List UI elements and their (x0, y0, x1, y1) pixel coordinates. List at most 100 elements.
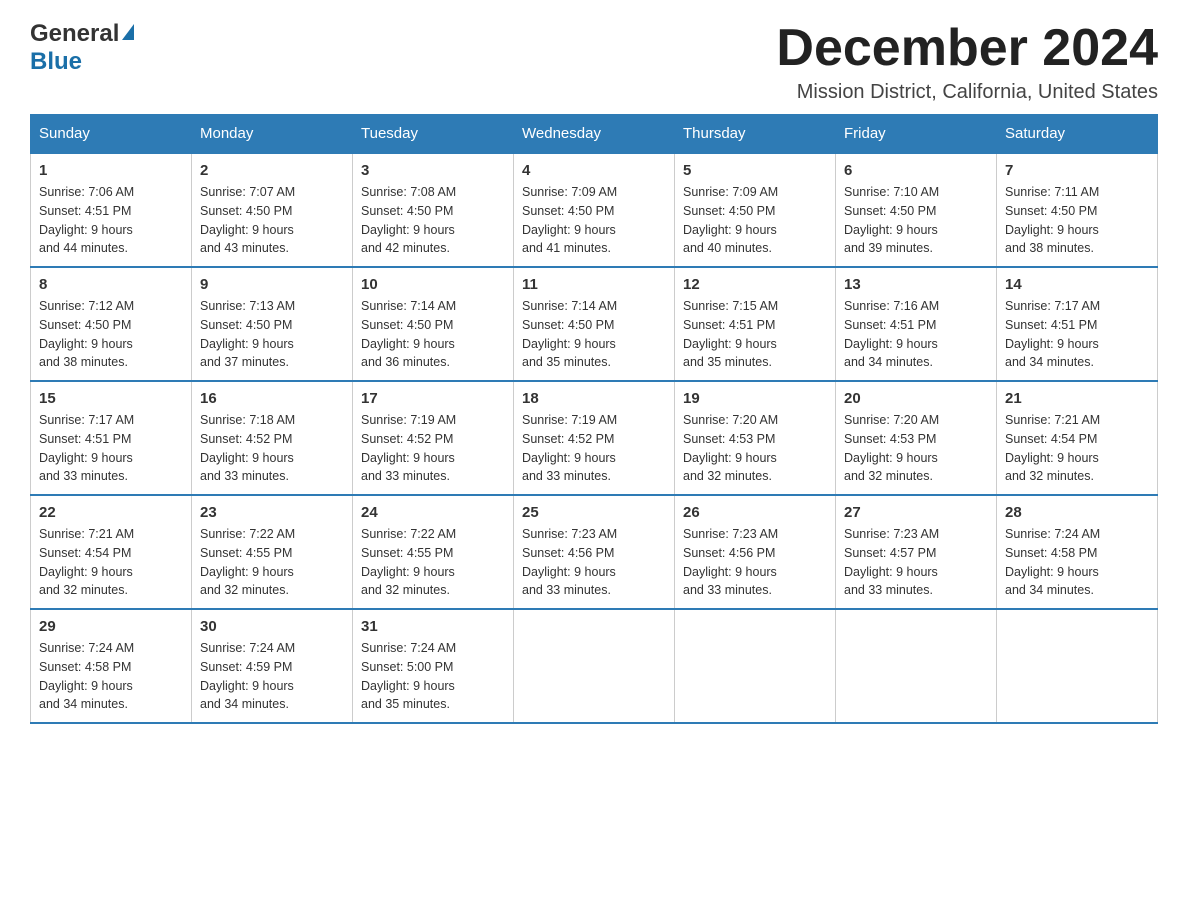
daylight-label: Daylight: (361, 337, 410, 351)
daylight-label: Daylight: (200, 565, 249, 579)
sunrise-label: Sunrise: (844, 413, 890, 427)
daylight-label: Daylight: (522, 223, 571, 237)
sunset-label: Sunset: (844, 318, 886, 332)
day-info: Sunrise: 7:23 AM Sunset: 4:56 PM Dayligh… (683, 525, 827, 600)
sunrise-label: Sunrise: (522, 299, 568, 313)
sunset-label: Sunset: (522, 204, 564, 218)
day-number: 22 (39, 504, 183, 521)
day-number: 3 (361, 162, 505, 179)
calendar-cell: 15 Sunrise: 7:17 AM Sunset: 4:51 PM Dayl… (31, 381, 192, 495)
day-number: 2 (200, 162, 344, 179)
sunrise-label: Sunrise: (200, 413, 246, 427)
day-info: Sunrise: 7:17 AM Sunset: 4:51 PM Dayligh… (1005, 297, 1149, 372)
calendar-cell (997, 609, 1158, 723)
calendar-cell: 1 Sunrise: 7:06 AM Sunset: 4:51 PM Dayli… (31, 153, 192, 267)
logo-arrow-icon (122, 24, 134, 40)
daylight-label: Daylight: (844, 451, 893, 465)
daylight-label: Daylight: (39, 223, 88, 237)
daylight-label: Daylight: (683, 565, 732, 579)
sunset-label: Sunset: (200, 318, 242, 332)
day-number: 24 (361, 504, 505, 521)
day-number: 14 (1005, 276, 1149, 293)
day-info: Sunrise: 7:08 AM Sunset: 4:50 PM Dayligh… (361, 183, 505, 258)
sunrise-label: Sunrise: (522, 527, 568, 541)
daylight-label: Daylight: (1005, 451, 1054, 465)
daylight-label: Daylight: (200, 451, 249, 465)
calendar-cell: 28 Sunrise: 7:24 AM Sunset: 4:58 PM Dayl… (997, 495, 1158, 609)
day-number: 20 (844, 390, 988, 407)
calendar-cell: 2 Sunrise: 7:07 AM Sunset: 4:50 PM Dayli… (192, 153, 353, 267)
sunrise-label: Sunrise: (39, 299, 85, 313)
sunset-label: Sunset: (522, 318, 564, 332)
day-info: Sunrise: 7:06 AM Sunset: 4:51 PM Dayligh… (39, 183, 183, 258)
calendar-week-3: 15 Sunrise: 7:17 AM Sunset: 4:51 PM Dayl… (31, 381, 1158, 495)
daylight-label: Daylight: (1005, 565, 1054, 579)
logo-blue-text: Blue (30, 48, 82, 76)
calendar-cell: 3 Sunrise: 7:08 AM Sunset: 4:50 PM Dayli… (353, 153, 514, 267)
day-number: 29 (39, 618, 183, 635)
day-number: 25 (522, 504, 666, 521)
day-info: Sunrise: 7:20 AM Sunset: 4:53 PM Dayligh… (844, 411, 988, 486)
calendar-cell: 17 Sunrise: 7:19 AM Sunset: 4:52 PM Dayl… (353, 381, 514, 495)
day-info: Sunrise: 7:24 AM Sunset: 4:59 PM Dayligh… (200, 639, 344, 714)
daylight-label: Daylight: (361, 679, 410, 693)
calendar-cell: 10 Sunrise: 7:14 AM Sunset: 4:50 PM Dayl… (353, 267, 514, 381)
sunset-label: Sunset: (361, 204, 403, 218)
calendar-cell: 29 Sunrise: 7:24 AM Sunset: 4:58 PM Dayl… (31, 609, 192, 723)
day-info: Sunrise: 7:09 AM Sunset: 4:50 PM Dayligh… (683, 183, 827, 258)
sunrise-label: Sunrise: (1005, 413, 1051, 427)
daylight-label: Daylight: (522, 451, 571, 465)
calendar-cell: 13 Sunrise: 7:16 AM Sunset: 4:51 PM Dayl… (836, 267, 997, 381)
daylight-label: Daylight: (39, 565, 88, 579)
calendar-cell: 22 Sunrise: 7:21 AM Sunset: 4:54 PM Dayl… (31, 495, 192, 609)
title-area: December 2024 Mission District, Californ… (776, 20, 1158, 104)
daylight-label: Daylight: (522, 565, 571, 579)
daylight-label: Daylight: (683, 223, 732, 237)
calendar-table: Sunday Monday Tuesday Wednesday Thursday… (30, 114, 1158, 724)
calendar-cell: 5 Sunrise: 7:09 AM Sunset: 4:50 PM Dayli… (675, 153, 836, 267)
sunset-label: Sunset: (361, 546, 403, 560)
day-number: 18 (522, 390, 666, 407)
sunrise-label: Sunrise: (522, 413, 568, 427)
calendar-cell (514, 609, 675, 723)
sunset-label: Sunset: (39, 204, 81, 218)
sunrise-label: Sunrise: (39, 527, 85, 541)
logo-general-text: General (30, 20, 119, 48)
day-number: 30 (200, 618, 344, 635)
sunset-label: Sunset: (683, 546, 725, 560)
day-info: Sunrise: 7:18 AM Sunset: 4:52 PM Dayligh… (200, 411, 344, 486)
sunrise-label: Sunrise: (200, 641, 246, 655)
day-number: 5 (683, 162, 827, 179)
calendar-week-4: 22 Sunrise: 7:21 AM Sunset: 4:54 PM Dayl… (31, 495, 1158, 609)
sunset-label: Sunset: (361, 432, 403, 446)
daylight-label: Daylight: (844, 337, 893, 351)
sunrise-label: Sunrise: (1005, 527, 1051, 541)
sunset-label: Sunset: (1005, 432, 1047, 446)
sunrise-label: Sunrise: (683, 527, 729, 541)
daylight-label: Daylight: (844, 565, 893, 579)
sunset-label: Sunset: (522, 432, 564, 446)
sunset-label: Sunset: (1005, 318, 1047, 332)
page-header: General Blue December 2024 Mission Distr… (30, 20, 1158, 104)
sunrise-label: Sunrise: (361, 413, 407, 427)
calendar-cell: 19 Sunrise: 7:20 AM Sunset: 4:53 PM Dayl… (675, 381, 836, 495)
calendar-week-2: 8 Sunrise: 7:12 AM Sunset: 4:50 PM Dayli… (31, 267, 1158, 381)
sunset-label: Sunset: (844, 204, 886, 218)
day-info: Sunrise: 7:16 AM Sunset: 4:51 PM Dayligh… (844, 297, 988, 372)
calendar-cell: 31 Sunrise: 7:24 AM Sunset: 5:00 PM Dayl… (353, 609, 514, 723)
day-info: Sunrise: 7:14 AM Sunset: 4:50 PM Dayligh… (361, 297, 505, 372)
day-info: Sunrise: 7:15 AM Sunset: 4:51 PM Dayligh… (683, 297, 827, 372)
daylight-label: Daylight: (361, 451, 410, 465)
calendar-cell: 12 Sunrise: 7:15 AM Sunset: 4:51 PM Dayl… (675, 267, 836, 381)
sunset-label: Sunset: (39, 660, 81, 674)
day-number: 1 (39, 162, 183, 179)
calendar-cell: 4 Sunrise: 7:09 AM Sunset: 4:50 PM Dayli… (514, 153, 675, 267)
col-monday: Monday (192, 115, 353, 154)
day-number: 10 (361, 276, 505, 293)
calendar-cell: 20 Sunrise: 7:20 AM Sunset: 4:53 PM Dayl… (836, 381, 997, 495)
calendar-cell: 25 Sunrise: 7:23 AM Sunset: 4:56 PM Dayl… (514, 495, 675, 609)
day-number: 9 (200, 276, 344, 293)
calendar-header-row: Sunday Monday Tuesday Wednesday Thursday… (31, 115, 1158, 154)
calendar-cell: 23 Sunrise: 7:22 AM Sunset: 4:55 PM Dayl… (192, 495, 353, 609)
daylight-label: Daylight: (361, 223, 410, 237)
